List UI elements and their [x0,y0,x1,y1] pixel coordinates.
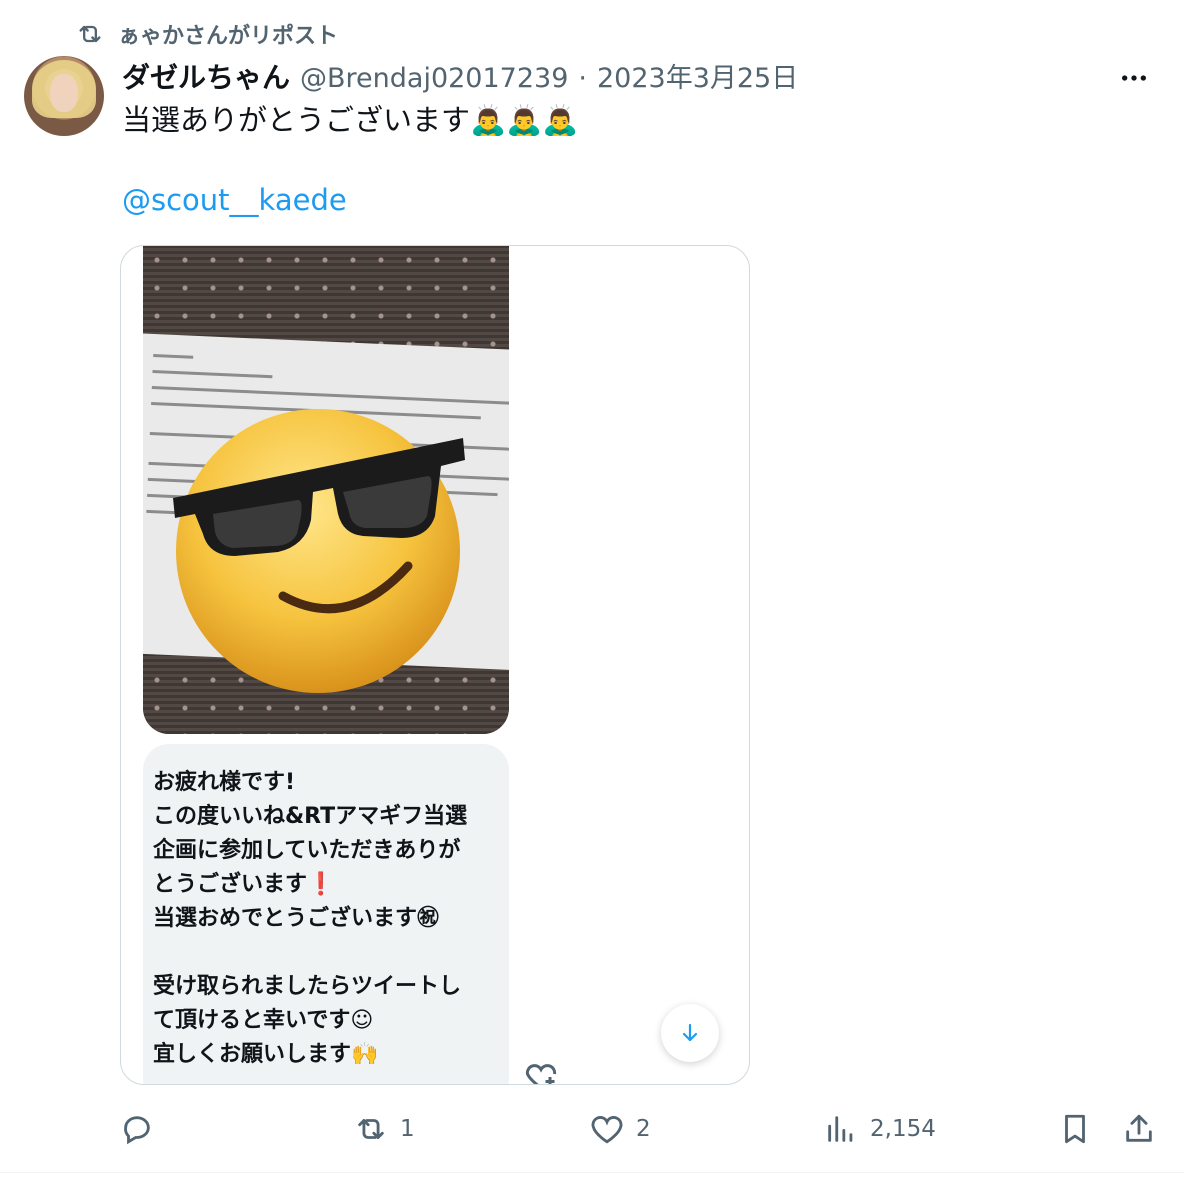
bookmark-button[interactable] [1058,1112,1092,1146]
tweet-media[interactable]: お疲れ様です! この度いいね&RTアマギフ当選 企画に参加していただきありが と… [120,245,750,1085]
repost-count: 1 [400,1116,415,1142]
user-handle[interactable]: @Brendaj02017239 [300,63,568,94]
views-button[interactable]: 2,154 [824,1112,936,1146]
dm-line: 受け取られましたらツイートし [153,974,462,999]
repost-indicator[interactable]: ぁゃかさんがリポスト [76,18,338,50]
dm-line-blank [153,936,467,970]
display-name[interactable]: ダゼルちゃん [122,56,290,96]
sunglasses-emoji-icon [173,409,465,693]
avatar[interactable] [24,56,104,136]
tweet-header: ダゼルちゃん @Brendaj02017239 · 2023年3月25日 [122,56,798,96]
dm-line: とうございます❗ [153,872,335,897]
divider [0,1172,1184,1173]
repost-button[interactable]: 1 [354,1112,415,1146]
dm-line: この度いいね&RTアマギフ当選 [153,804,468,829]
dm-line: お疲れ様です! [153,770,296,795]
heart-icon [591,1116,623,1144]
dm-line: 宜しくお願いします🙌 [153,1042,379,1067]
repost-icon [358,1119,384,1139]
separator-dot: · [578,63,587,94]
dm-line: て頂けると幸いです☺ [153,1008,374,1033]
more-options-button[interactable] [1114,58,1154,98]
reply-icon [124,1116,150,1145]
views-icon [828,1116,853,1142]
dm-line: 企画に参加していただきありが [153,838,461,863]
views-count: 2,154 [870,1116,936,1142]
tweet-date[interactable]: 2023年3月25日 [597,56,798,95]
dm-line: 当選おめでとうございます㊗ [153,906,440,931]
like-button[interactable]: 2 [590,1112,651,1146]
share-icon [1126,1114,1152,1142]
mention-link[interactable]: @scout__kaede [122,183,347,217]
gift-card-photo [143,246,509,734]
share-button[interactable] [1122,1112,1156,1146]
repost-label: ぁゃかさんがリポスト [118,24,339,49]
scroll-down-button[interactable] [661,1004,719,1062]
tweet-text: 当選ありがとうございます🙇‍♂️🙇‍♂️🙇‍♂️ [122,103,579,137]
repost-icon [79,25,101,43]
more-icon [1122,75,1146,81]
like-count: 2 [636,1116,651,1142]
add-reaction-icon [525,1064,557,1084]
reply-button[interactable] [120,1112,166,1146]
tweet-actions-bar: 1 2 2,154 [0,1104,1184,1156]
arrow-down-icon [682,1023,698,1042]
bookmark-icon [1065,1114,1085,1144]
dm-message-text: お疲れ様です! この度いいね&RTアマギフ当選 企画に参加していただきありが と… [153,766,467,1072]
